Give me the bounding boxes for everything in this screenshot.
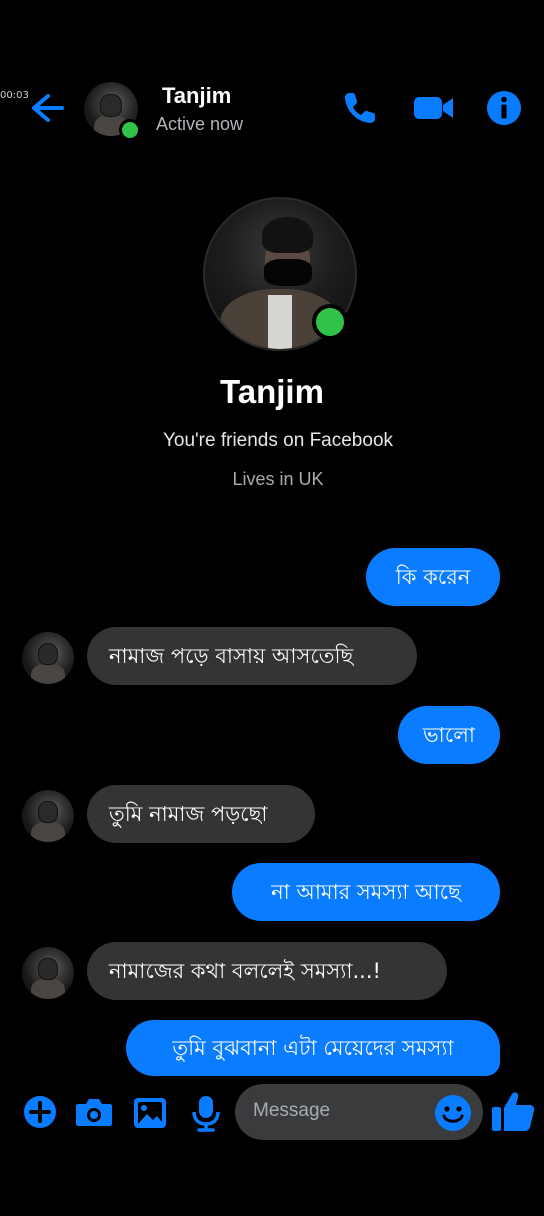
profile-name: Tanjim [220,373,324,410]
friends-info: You're friends on Facebook [162,430,394,451]
info-icon[interactable] [484,88,524,128]
message-placeholder: Message [253,1100,331,1121]
like-icon[interactable] [490,1088,536,1134]
incoming-message[interactable]: নামাজ পড়ে বাসায় আসতেছি [87,627,417,685]
camera-icon[interactable] [74,1090,114,1134]
sender-avatar [22,632,74,684]
active-status: Active now [156,114,244,134]
incoming-message[interactable]: নামাজের কথা বললেই সমস্যা...! [87,942,447,1000]
sender-avatar [22,790,74,842]
microphone-icon[interactable] [186,1090,226,1134]
plus-icon[interactable] [20,1090,60,1134]
back-arrow-icon[interactable] [26,88,66,128]
incoming-message[interactable]: তুমি নামাজ পড়ছো [87,785,315,843]
location-info: Lives in UK [232,469,324,489]
outgoing-message[interactable]: কি করেন [366,548,500,606]
outgoing-message[interactable]: তুমি বুঝবানা এটা মেয়েদের সমস্যা [126,1020,500,1076]
profile-online-indicator [312,304,348,340]
sender-avatar [22,947,74,999]
phone-icon[interactable] [340,88,380,128]
emoji-icon[interactable] [434,1094,472,1132]
online-indicator [119,119,141,141]
video-camera-icon[interactable] [412,88,456,128]
messenger-chat-screen: 00:03 Tanjim Active now Tanjim You're fr… [0,0,544,1216]
recording-timer: 00:03 [0,90,29,101]
gallery-icon[interactable] [130,1090,170,1134]
contact-name[interactable]: Tanjim [162,83,231,109]
outgoing-message[interactable]: না আমার সমস্যা আছে [232,863,500,921]
outgoing-message[interactable]: ভালো [398,706,500,764]
